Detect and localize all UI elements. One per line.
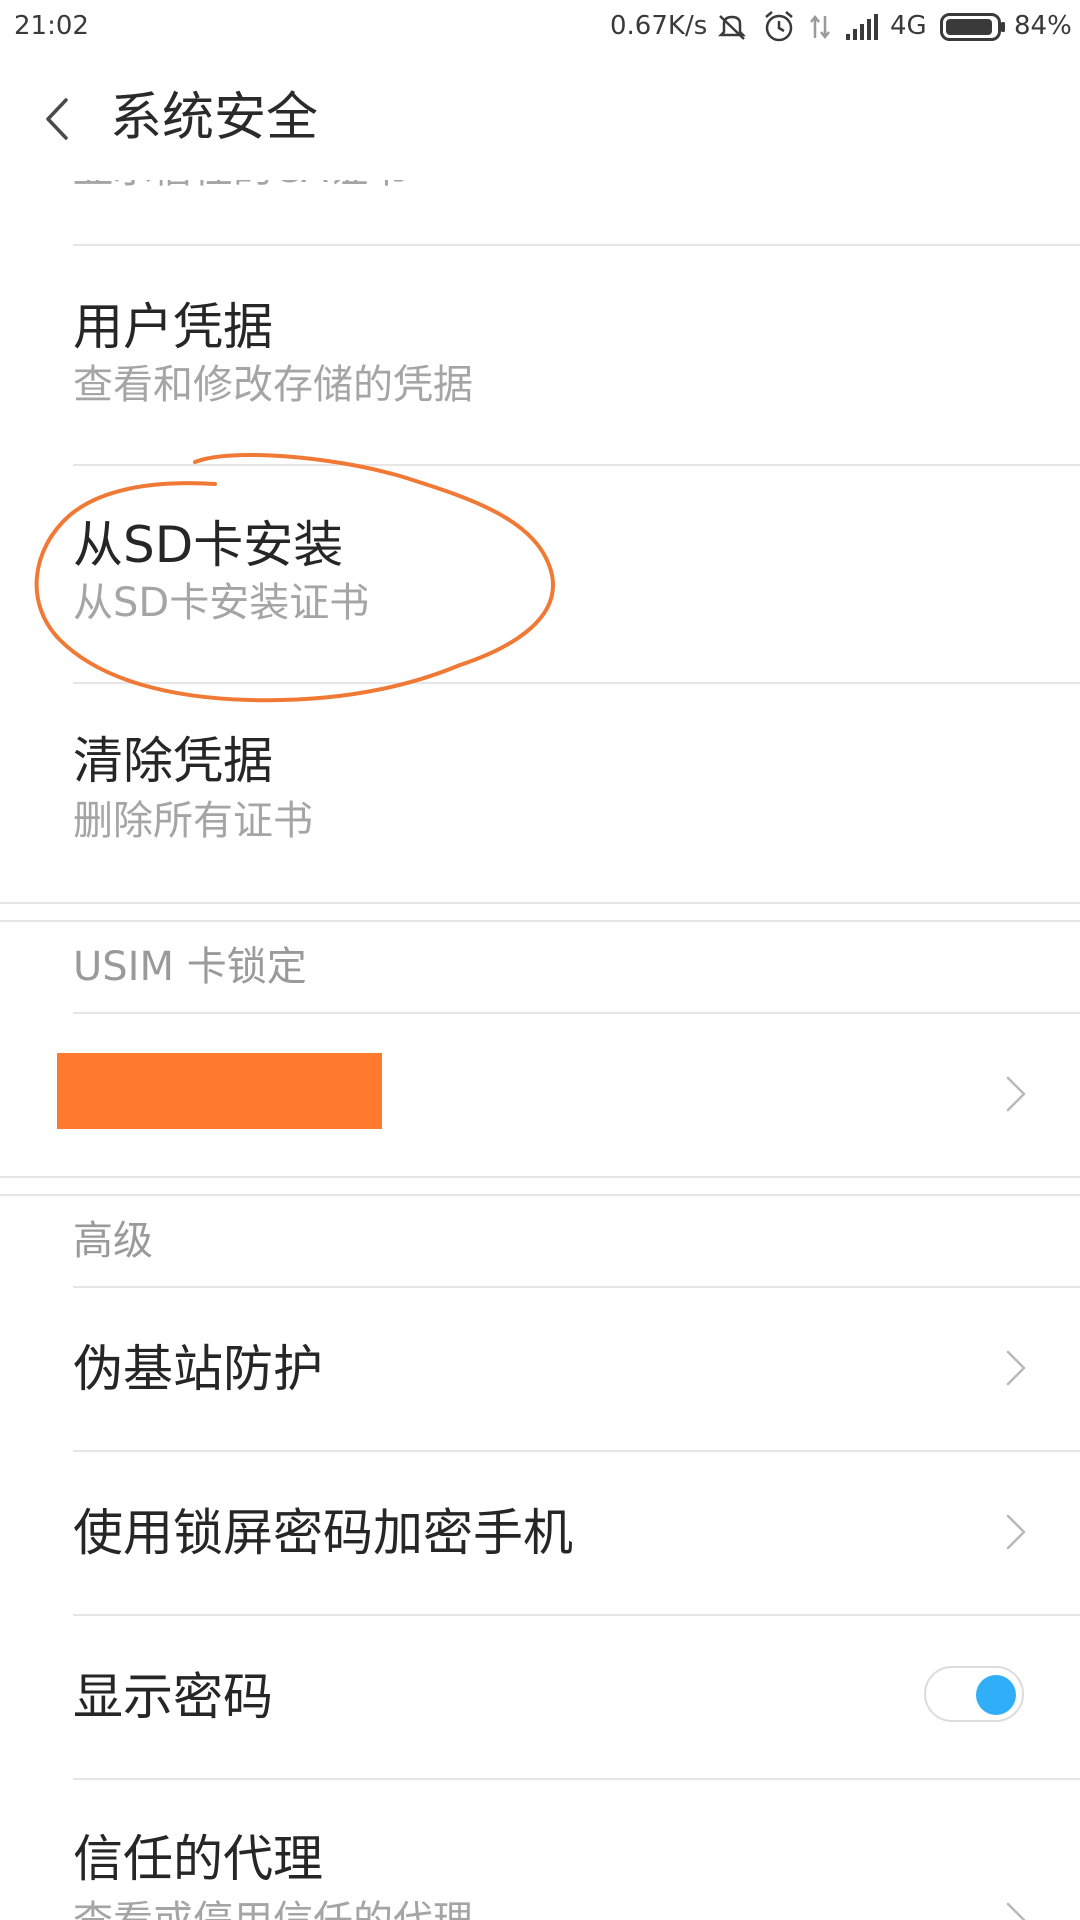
item-subtitle: 删除所有证书 [73, 798, 313, 844]
item-title: 显示密码 [73, 1668, 273, 1726]
item-title: 从SD卡安装 [73, 516, 344, 574]
section-divider [0, 1176, 1080, 1178]
section-header-usim: USIM 卡锁定 [73, 944, 307, 990]
list-item-partial[interactable]: 显示信任的CA证书 [0, 180, 1080, 198]
list-item-show-password[interactable]: 显示密码 [0, 1616, 1080, 1778]
section-divider [0, 902, 1080, 904]
data-arrows-icon [810, 14, 830, 40]
item-subtitle: 查看和修改存储的凭据 [73, 362, 473, 408]
list-item-fake-base-station-protection[interactable]: 伪基站防护 [0, 1288, 1080, 1450]
item-title: 信任的代理 [73, 1830, 323, 1888]
show-password-toggle[interactable] [924, 1666, 1024, 1722]
redaction-block [57, 1053, 382, 1129]
title-bar: 系统安全 [0, 54, 1080, 180]
section-header-advanced: 高级 [73, 1218, 153, 1264]
list-item-user-credentials[interactable]: 用户凭据 查看和修改存储的凭据 [0, 246, 1080, 464]
list-item-encrypt-phone[interactable]: 使用锁屏密码加密手机 [0, 1452, 1080, 1614]
item-title: 使用锁屏密码加密手机 [73, 1504, 573, 1562]
network-type: 4G [890, 11, 927, 41]
section-divider [0, 920, 1080, 922]
status-bar: 21:02 0.67K/s 4G 84% [0, 0, 1080, 54]
chevron-right-icon [1006, 1350, 1026, 1386]
chevron-left-icon[interactable] [38, 94, 78, 144]
item-title: 用户凭据 [73, 298, 273, 356]
item-subtitle: 从SD卡安装证书 [73, 580, 370, 626]
chevron-right-icon [1006, 1902, 1026, 1920]
section-divider [0, 1194, 1080, 1196]
mute-icon [717, 15, 747, 40]
item-subtitle: 查看或停用信任的代理 [73, 1896, 473, 1920]
list-item-clear-credentials[interactable]: 清除凭据 删除所有证书 [0, 684, 1080, 902]
list-item-install-from-sd[interactable]: 从SD卡安装 从SD卡安装证书 [0, 466, 1080, 682]
partial-item-subtitle: 显示信任的CA证书 [73, 180, 408, 194]
status-time: 21:02 [14, 11, 89, 41]
signal-icon [846, 14, 878, 40]
alarm-icon [765, 11, 793, 42]
chevron-right-icon [1006, 1514, 1026, 1550]
battery-icon [940, 13, 1005, 41]
battery-level: 84% [1014, 11, 1072, 41]
page-title: 系统安全 [110, 88, 319, 148]
item-title: 伪基站防护 [73, 1340, 323, 1398]
list-item-trust-agents[interactable]: 信任的代理 查看或停用信任的代理 [0, 1780, 1080, 1920]
item-title: 清除凭据 [73, 732, 273, 790]
net-speed: 0.67K/s [610, 11, 708, 41]
chevron-right-icon [1006, 1076, 1026, 1112]
toggle-knob [976, 1675, 1016, 1715]
